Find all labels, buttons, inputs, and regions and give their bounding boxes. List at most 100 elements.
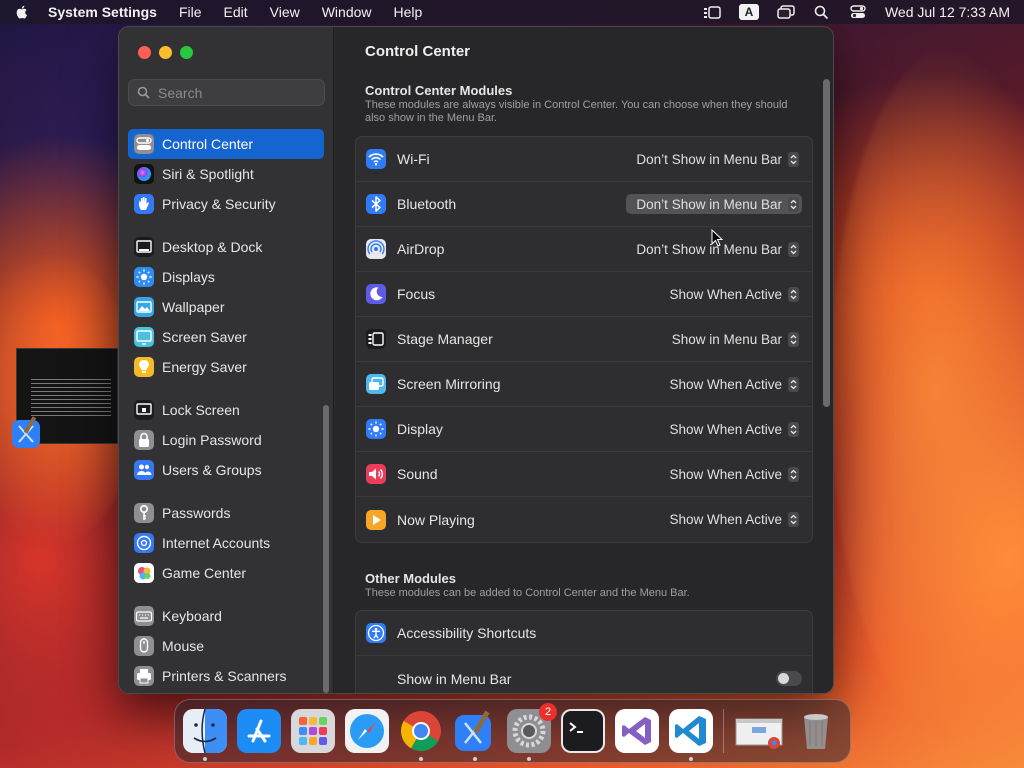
module-menu-bar-popup[interactable]: Show When Active bbox=[659, 284, 802, 304]
stage-manager-icon bbox=[366, 329, 386, 349]
xcode-floating-icon[interactable] bbox=[10, 414, 44, 450]
lock-screen-icon bbox=[134, 400, 154, 420]
bulb-icon bbox=[134, 357, 154, 377]
module-label: AirDrop bbox=[397, 241, 445, 257]
at-icon bbox=[134, 533, 154, 553]
menu-bar-clock[interactable]: Wed Jul 12 7:33 AM bbox=[885, 4, 1010, 20]
mouse-pointer bbox=[711, 229, 723, 247]
sidebar-item-label: Lock Screen bbox=[162, 402, 240, 418]
sidebar-item-label: Energy Saver bbox=[162, 359, 247, 375]
popup-value: Show When Active bbox=[669, 376, 782, 392]
dock-safari-icon[interactable] bbox=[345, 709, 389, 753]
module-label: Accessibility Shortcuts bbox=[397, 625, 537, 641]
popup-value: Show When Active bbox=[669, 512, 782, 527]
sidebar-item-users-groups[interactable]: Users & Groups bbox=[128, 455, 324, 485]
sidebar-item-game-center[interactable]: Game Center bbox=[128, 558, 324, 588]
sidebar-item-control-center[interactable]: Control Center bbox=[128, 129, 324, 159]
dock-xcode-icon[interactable] bbox=[453, 709, 497, 761]
search-field[interactable]: Search bbox=[128, 79, 325, 106]
module-menu-bar-popup[interactable]: Show When Active bbox=[659, 374, 802, 394]
module-row-accessibility-shortcuts: Accessibility Shortcuts bbox=[356, 611, 812, 656]
sidebar-item-mouse[interactable]: Mouse bbox=[128, 631, 324, 661]
menu-bar: System Settings File Edit View Window He… bbox=[0, 0, 1024, 24]
sidebar-item-label: Login Password bbox=[162, 432, 262, 448]
sidebar-item-wallpaper[interactable]: Wallpaper bbox=[128, 292, 324, 322]
screen-mirroring-menu-icon[interactable] bbox=[777, 5, 795, 19]
printer-icon bbox=[134, 666, 154, 686]
dock-chrome-icon[interactable] bbox=[399, 709, 443, 761]
sidebar-item-label: Wallpaper bbox=[162, 299, 225, 315]
spotlight-search-icon[interactable] bbox=[813, 5, 831, 19]
hand-icon bbox=[134, 194, 154, 214]
sidebar-item-displays[interactable]: Displays bbox=[128, 262, 324, 292]
module-row-screen-mirroring: Screen Mirroring Show When Active bbox=[356, 362, 812, 407]
popup-value: Show When Active bbox=[669, 466, 782, 482]
sidebar-item-passwords[interactable]: Passwords bbox=[128, 498, 324, 528]
module-menu-bar-popup[interactable]: Show When Active bbox=[659, 464, 802, 484]
sidebar-item-energy-saver[interactable]: Energy Saver bbox=[128, 352, 324, 382]
dock-vscode-icon[interactable] bbox=[669, 709, 713, 761]
module-menu-bar-popup[interactable]: Show in Menu Bar bbox=[662, 329, 802, 349]
menu-view[interactable]: View bbox=[270, 4, 300, 20]
sidebar-item-desktop-dock[interactable]: Desktop & Dock bbox=[128, 232, 324, 262]
sidebar: Search Control Center Siri & Spotlight P… bbox=[119, 27, 334, 693]
sidebar-item-label: Passwords bbox=[162, 505, 231, 521]
show-in-menu-bar-toggle[interactable] bbox=[776, 671, 802, 686]
show-in-menu-bar-row: Show in Menu Bar bbox=[356, 656, 812, 693]
chevron-up-down-icon bbox=[788, 512, 799, 527]
game-center-icon bbox=[134, 563, 154, 583]
sun-icon bbox=[366, 419, 386, 439]
other-section-description: These modules can be added to Control Ce… bbox=[365, 587, 690, 599]
speaker-icon bbox=[366, 464, 386, 484]
sidebar-item-login-password[interactable]: Login Password bbox=[128, 425, 324, 455]
sidebar-item-printers-scanners[interactable]: Printers & Scanners bbox=[128, 661, 324, 691]
sidebar-item-label: Game Center bbox=[162, 565, 247, 581]
bluetooth-icon bbox=[366, 194, 386, 214]
menu-file[interactable]: File bbox=[179, 4, 202, 20]
dock-chrome-window-thumbnail[interactable] bbox=[734, 709, 784, 753]
apple-menu-icon[interactable] bbox=[14, 4, 30, 20]
menu-help[interactable]: Help bbox=[394, 4, 423, 20]
menu-window[interactable]: Window bbox=[322, 4, 372, 20]
dock-visual-studio-icon[interactable] bbox=[615, 709, 659, 753]
dock-trash-icon[interactable] bbox=[794, 709, 838, 753]
minimize-button[interactable] bbox=[159, 46, 172, 59]
sidebar-scrollbar[interactable] bbox=[323, 405, 329, 693]
menu-app-name[interactable]: System Settings bbox=[48, 4, 157, 20]
modules-section-description: These modules are always visible in Cont… bbox=[365, 99, 788, 124]
play-icon bbox=[366, 509, 386, 530]
module-row-now-playing: Now Playing Show When Active bbox=[356, 497, 812, 542]
content-scrollbar[interactable] bbox=[823, 79, 830, 407]
zoom-button[interactable] bbox=[180, 46, 193, 59]
sidebar-item-label: Displays bbox=[162, 269, 215, 285]
dock-system-settings-icon[interactable]: 2 bbox=[507, 703, 557, 761]
module-menu-bar-popup[interactable]: Don’t Show in Menu Bar bbox=[626, 149, 802, 169]
running-indicator bbox=[473, 757, 477, 761]
sidebar-item-privacy-security[interactable]: Privacy & Security bbox=[128, 189, 324, 219]
sidebar-item-lock-screen[interactable]: Lock Screen bbox=[128, 395, 324, 425]
sidebar-item-internet-accounts[interactable]: Internet Accounts bbox=[128, 528, 324, 558]
stage-manager-menu-icon[interactable] bbox=[703, 5, 721, 19]
input-source-icon[interactable]: A bbox=[738, 4, 759, 20]
sidebar-item-clipped[interactable] bbox=[128, 115, 324, 127]
module-menu-bar-popup[interactable]: Show When Active bbox=[659, 419, 802, 439]
module-row-airdrop: AirDrop Don’t Show in Menu Bar bbox=[356, 227, 812, 272]
other-modules-panel: Accessibility Shortcuts Show in Menu Bar bbox=[355, 610, 813, 693]
dock-terminal-icon[interactable] bbox=[561, 709, 605, 753]
dock-launchpad-icon[interactable] bbox=[291, 709, 335, 753]
dock-finder-icon[interactable] bbox=[183, 709, 227, 761]
key-icon bbox=[134, 503, 154, 523]
module-menu-bar-popup[interactable]: Don’t Show in Menu Bar bbox=[626, 194, 802, 214]
module-menu-bar-popup[interactable]: Show When Active bbox=[659, 510, 802, 530]
sidebar-item-screen-saver[interactable]: Screen Saver bbox=[128, 322, 324, 352]
dock-app-store-icon[interactable] bbox=[237, 709, 281, 753]
menu-edit[interactable]: Edit bbox=[224, 4, 248, 20]
modules-panel: Wi-Fi Don’t Show in Menu Bar Bluetooth D… bbox=[355, 136, 813, 543]
close-button[interactable] bbox=[138, 46, 151, 59]
sidebar-item-keyboard[interactable]: Keyboard bbox=[128, 601, 324, 631]
control-center-menu-icon[interactable] bbox=[849, 5, 867, 19]
sidebar-item-siri-spotlight[interactable]: Siri & Spotlight bbox=[128, 159, 324, 189]
sidebar-item-label: Mouse bbox=[162, 638, 205, 654]
accessibility-icon bbox=[366, 623, 386, 643]
module-label: Bluetooth bbox=[397, 196, 457, 212]
